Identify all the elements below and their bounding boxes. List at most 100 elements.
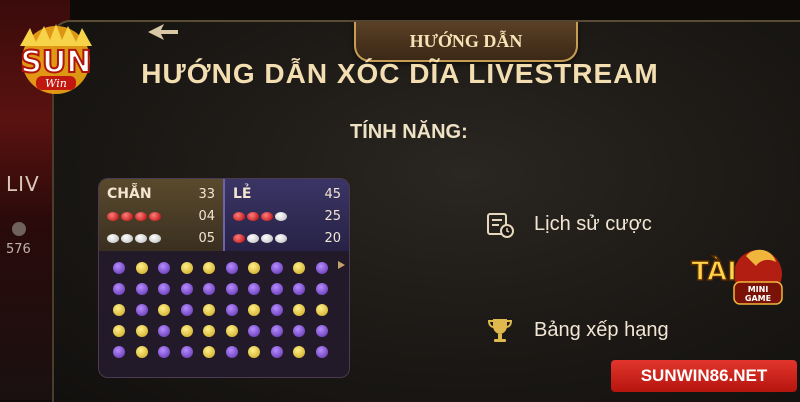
domain-badge: SUNWIN86.NET: [611, 360, 797, 392]
even-row-red: 04: [107, 205, 215, 227]
yellow-dot: [180, 324, 193, 337]
odd-label: LẺ: [233, 186, 252, 202]
purple-dot: [113, 261, 125, 274]
yellow-dot: [248, 261, 261, 274]
even-label: CHẴN: [107, 186, 152, 202]
purple-dot: [135, 303, 148, 316]
purple-dot: [158, 261, 171, 274]
red-ball: [121, 211, 133, 221]
yellow-dot: [113, 324, 125, 337]
odd-side: LẺ 45 25 20: [223, 179, 349, 251]
feature-bet-history[interactable]: Lịch sử cược: [484, 208, 652, 240]
red-ball: [233, 233, 245, 243]
red-ball: [233, 211, 245, 221]
grid-row: [113, 341, 328, 362]
svg-text:GAME: GAME: [745, 294, 771, 303]
svg-text:SUN: SUN: [20, 45, 91, 80]
grid-row: [113, 320, 328, 341]
calendar-clock-icon: [484, 208, 516, 240]
roadmap-board: CHẴN 33 04 05 LẺ 45 25 20: [98, 178, 350, 378]
red-ball: [247, 211, 259, 221]
back-arrow-icon: [148, 24, 178, 40]
purple-dot: [248, 282, 261, 295]
yellow-dot: [248, 345, 261, 358]
white-ball: [275, 211, 287, 221]
purple-dot: [158, 345, 171, 358]
purple-dot: [180, 345, 193, 358]
white-ball: [121, 233, 133, 243]
purple-dot: [315, 261, 328, 274]
viewer-count: 576: [6, 242, 31, 257]
purple-dot: [315, 324, 328, 337]
svg-text:MINI: MINI: [748, 285, 769, 294]
odd-count: 45: [324, 186, 341, 202]
purple-dot: [158, 324, 171, 337]
history-grid: [99, 251, 349, 377]
white-ball: [135, 233, 147, 243]
purple-dot: [225, 282, 238, 295]
grid-row: [113, 299, 328, 320]
yellow-dot: [135, 345, 148, 358]
even-row-white: 05: [107, 227, 215, 249]
live-tag: LIV: [6, 172, 40, 196]
even-side: CHẴN 33 04 05: [99, 179, 223, 251]
yellow-dot: [180, 261, 193, 274]
yellow-dot: [248, 303, 261, 316]
yellow-dot: [203, 261, 216, 274]
white-ball: [261, 233, 273, 243]
grid-row: [113, 257, 328, 278]
yellow-dot: [203, 324, 216, 337]
yellow-dot: [203, 345, 216, 358]
purple-dot: [315, 345, 328, 358]
purple-dot: [225, 303, 238, 316]
yellow-dot: [293, 345, 306, 358]
yellow-dot: [135, 324, 148, 337]
purple-dot: [225, 261, 238, 274]
purple-dot: [113, 282, 125, 295]
purple-dot: [270, 261, 283, 274]
yellow-dot: [113, 303, 125, 316]
even-count: 33: [198, 186, 215, 202]
grid-row: [113, 278, 328, 299]
feature-label: Bảng xếp hạng: [534, 318, 669, 341]
purple-dot: [293, 324, 306, 337]
grid-arrow-icon: [338, 261, 345, 269]
features-heading: TÍNH NĂNG:: [350, 121, 468, 143]
tab-guide: HƯỚNG DẪN: [354, 22, 578, 62]
purple-dot: [270, 282, 283, 295]
red-ball: [149, 211, 161, 221]
purple-dot: [315, 282, 328, 295]
yellow-dot: [225, 324, 238, 337]
red-ball: [261, 211, 273, 221]
purple-dot: [135, 282, 148, 295]
back-button[interactable]: [145, 20, 181, 44]
feature-leaderboard[interactable]: Bảng xếp hạng: [484, 314, 669, 346]
even-red-num: 04: [198, 208, 215, 224]
purple-dot: [158, 282, 171, 295]
odd-row2-num: 20: [324, 230, 341, 246]
viewer-icon: [12, 222, 26, 236]
yellow-dot: [293, 261, 306, 274]
purple-dot: [225, 345, 238, 358]
even-white-num: 05: [198, 230, 215, 246]
odd-row1-num: 25: [324, 208, 341, 224]
yellow-dot: [135, 261, 148, 274]
purple-dot: [270, 303, 283, 316]
purple-dot: [248, 324, 261, 337]
sunwin-logo: SUN Win: [6, 18, 106, 100]
yellow-dot: [315, 303, 328, 316]
purple-dot: [203, 282, 216, 295]
svg-text:TÀI: TÀI: [691, 255, 737, 287]
odd-row-1: 25: [233, 205, 341, 227]
yellow-dot: [158, 303, 171, 316]
feature-label: Lịch sử cược: [534, 212, 652, 235]
page-title: HƯỚNG DẪN XÓC DĨA LIVESTREAM: [141, 58, 659, 89]
white-ball: [107, 233, 119, 243]
yellow-dot: [293, 303, 306, 316]
trophy-icon: [484, 314, 516, 346]
purple-dot: [270, 345, 283, 358]
red-ball: [135, 211, 147, 221]
white-ball: [149, 233, 161, 243]
purple-dot: [180, 303, 193, 316]
purple-dot: [113, 345, 125, 358]
